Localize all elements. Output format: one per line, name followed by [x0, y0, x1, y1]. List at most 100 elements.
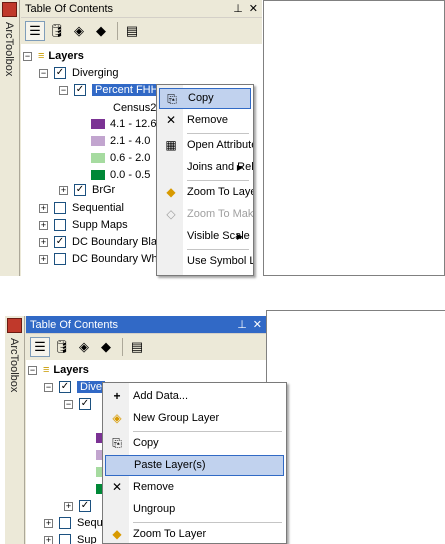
list-by-visibility-icon[interactable]: ◈	[74, 337, 94, 357]
tree-row-supp-maps[interactable]: + Supp Maps	[39, 217, 128, 234]
options-icon[interactable]: ▤	[122, 21, 142, 41]
menu-item-ungroup[interactable]: Ungroup	[105, 499, 284, 520]
list-by-drawing-order-icon[interactable]: ☰	[30, 337, 50, 357]
arctoolbox-icon	[2, 2, 17, 17]
layers-icon: ≡	[43, 364, 50, 376]
legend-swatch	[91, 136, 105, 147]
checkbox[interactable]: ✓	[54, 67, 66, 80]
toc-toolbar: ☰ 🛢 ◈ ◆ ▤	[21, 19, 262, 43]
collapse-icon[interactable]: −	[64, 399, 73, 409]
toolbar-separator	[122, 338, 123, 356]
arctoolbox-tab[interactable]: ArcToolbox	[0, 0, 20, 276]
menu-item-remove[interactable]: ✕ Remove	[105, 477, 284, 498]
expand-icon[interactable]: +	[64, 501, 73, 511]
legend-item: 4.1 - 12.6	[91, 116, 156, 133]
checkbox[interactable]	[54, 219, 66, 232]
checkbox[interactable]: ✓	[59, 381, 71, 394]
expand-icon[interactable]: +	[59, 185, 68, 195]
zoom-visible-icon: ◇	[166, 207, 176, 221]
map-view-bottom[interactable]	[266, 310, 445, 544]
menu-item-add-data[interactable]: + Add Data...	[105, 386, 284, 407]
checkbox[interactable]	[59, 534, 71, 544]
tree-row-layers[interactable]: − ≡ Layers	[23, 48, 84, 65]
arctoolbox-label: ArcToolbox	[3, 22, 15, 77]
close-icon[interactable]: ✕	[249, 3, 258, 15]
checkbox[interactable]	[54, 202, 66, 215]
menu-item-joins-relates[interactable]: Joins and Relates▶	[159, 157, 253, 178]
expand-icon[interactable]: +	[44, 518, 53, 528]
tree-row-diverging[interactable]: − ✓ Dive	[44, 379, 106, 396]
menu-separator	[133, 522, 282, 523]
legend-swatch	[91, 170, 105, 181]
tree-row-sublayer[interactable]: − ✓	[64, 396, 97, 413]
pin-icon[interactable]: ⊥	[237, 319, 247, 331]
zoom-to-layer-icon: ◆	[112, 527, 122, 541]
menu-item-paste-layers[interactable]: Paste Layer(s)	[105, 455, 284, 476]
menu-item-open-attribute-table[interactable]: ▦Open Attribute Table	[159, 135, 253, 156]
collapse-icon[interactable]: −	[39, 68, 48, 78]
list-by-visibility-icon[interactable]: ◈	[69, 21, 89, 41]
zoom-to-layer-icon: ◆	[166, 185, 176, 199]
tree-row-sequential[interactable]: + Sequ	[44, 515, 103, 532]
menu-item-zoom-to-layer[interactable]: ◆ Zoom To Layer	[159, 182, 253, 203]
tree-row-brgr[interactable]: + ✓ BrGr	[59, 182, 115, 199]
tree-row-dc-boundary-black[interactable]: + ✓ DC Boundary Blac	[39, 234, 163, 251]
expand-icon[interactable]: +	[39, 254, 48, 264]
remove-icon: ✕	[165, 113, 177, 127]
copy-icon: ⎘	[167, 92, 177, 106]
expand-icon[interactable]: +	[39, 220, 48, 230]
tree-row-supp-maps[interactable]: + Sup	[44, 532, 97, 544]
checkbox[interactable]: ✓	[54, 236, 66, 249]
menu-item-copy[interactable]: ⎘ Copy	[105, 433, 284, 454]
toc-toolbar: ☰ 🛢 ◈ ◆ ▤	[26, 335, 266, 359]
toc-title: Table Of Contents	[30, 319, 119, 331]
menu-separator	[187, 133, 249, 134]
expand-icon[interactable]: +	[44, 535, 53, 544]
expand-icon[interactable]: +	[39, 203, 48, 213]
menu-item-remove[interactable]: ✕ Remove	[159, 110, 251, 131]
menu-item-zoom-to-make-visible: ◇Zoom To Make Visible	[159, 204, 253, 225]
group-label-selected[interactable]: Dive	[77, 381, 106, 393]
toc-title-bar[interactable]: Table Of Contents ⊥ ✕	[21, 0, 262, 18]
tree-row-diverging[interactable]: − ✓ Diverging	[39, 65, 118, 82]
collapse-icon[interactable]: −	[23, 51, 32, 61]
list-by-source-icon[interactable]: 🛢	[52, 337, 72, 357]
list-by-drawing-order-icon[interactable]: ☰	[25, 21, 45, 41]
checkbox[interactable]: ✓	[74, 184, 86, 197]
pin-icon[interactable]: ⊥	[233, 3, 243, 15]
tree-row-percent-fhh[interactable]: − ✓ Percent FHH	[59, 82, 162, 99]
list-by-selection-icon[interactable]: ◆	[96, 337, 116, 357]
tree-row-dc-boundary-white[interactable]: + DC Boundary Wh	[39, 251, 158, 268]
menu-item-zoom-to-layer[interactable]: ◆ Zoom To Layer	[105, 524, 284, 543]
layer-label-selected[interactable]: Percent FHH	[92, 84, 162, 96]
collapse-icon[interactable]: −	[59, 85, 68, 95]
tree-row-layers[interactable]: − ≡ Layers	[28, 362, 89, 379]
map-view-top[interactable]	[263, 0, 445, 276]
checkbox[interactable]	[54, 253, 66, 266]
close-icon[interactable]: ✕	[253, 319, 262, 331]
checkbox[interactable]	[59, 517, 71, 530]
collapse-icon[interactable]: −	[44, 382, 53, 392]
checkbox[interactable]: ✓	[79, 398, 91, 411]
checkbox[interactable]: ✓	[74, 84, 86, 97]
toc-title-bar[interactable]: Table Of Contents ⊥ ✕	[26, 316, 266, 334]
tree-row-brgr[interactable]: + ✓	[64, 498, 97, 515]
collapse-icon[interactable]: −	[28, 365, 37, 375]
expand-icon[interactable]: +	[39, 237, 48, 247]
tree-row-sequential[interactable]: + Sequential	[39, 200, 124, 217]
menu-separator	[133, 431, 282, 432]
list-by-selection-icon[interactable]: ◆	[91, 21, 111, 41]
group-layer-icon: ◈	[112, 411, 122, 425]
checkbox[interactable]: ✓	[79, 500, 91, 513]
arctoolbox-label: ArcToolbox	[8, 338, 20, 393]
list-by-source-icon[interactable]: 🛢	[47, 21, 67, 41]
menu-item-use-symbol-levels[interactable]: Use Symbol Levels	[159, 251, 253, 272]
menu-separator	[187, 249, 249, 250]
menu-item-visible-scale-range[interactable]: Visible Scale Range▶	[159, 226, 253, 247]
options-icon[interactable]: ▤	[127, 337, 147, 357]
legend-swatch	[91, 153, 105, 164]
arctoolbox-tab[interactable]: ArcToolbox	[5, 316, 25, 544]
menu-item-copy[interactable]: ⎘ Copy	[159, 88, 251, 109]
menu-item-new-group-layer[interactable]: ◈ New Group Layer	[105, 408, 284, 429]
legend-swatch	[91, 119, 105, 130]
